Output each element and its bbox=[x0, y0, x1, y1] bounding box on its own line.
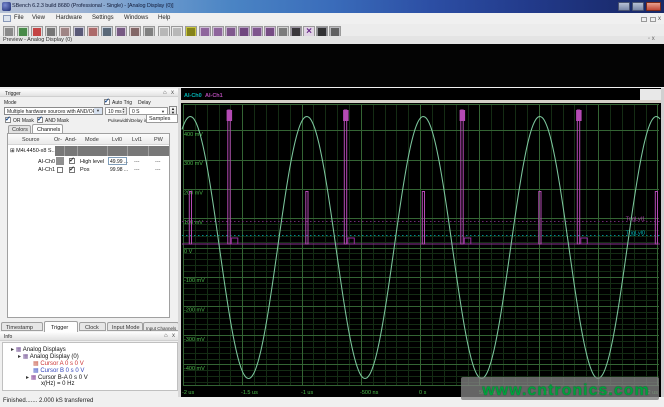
svg-text:-200 mV: -200 mV bbox=[184, 308, 205, 314]
svg-text:-300 mV: -300 mV bbox=[184, 337, 205, 343]
svg-text:TrigLvl1: TrigLvl1 bbox=[626, 217, 645, 223]
svg-text:-400 mV: -400 mV bbox=[184, 366, 205, 372]
svg-text:200 mV: 200 mV bbox=[184, 191, 203, 197]
svg-text:-100 mV: -100 mV bbox=[184, 278, 205, 284]
svg-text:300 mV: 300 mV bbox=[184, 161, 203, 167]
svg-text:0 V: 0 V bbox=[184, 249, 193, 255]
svg-text:AI-Ch0: AI-Ch0 bbox=[184, 93, 202, 99]
svg-text:-500 ns: -500 ns bbox=[360, 390, 379, 396]
svg-text:-1 us: -1 us bbox=[301, 390, 313, 396]
svg-text:100 mV: 100 mV bbox=[184, 220, 203, 226]
svg-text:0 s: 0 s bbox=[419, 390, 427, 396]
svg-text:-1.5 us: -1.5 us bbox=[241, 390, 258, 396]
svg-text:AI-Ch1: AI-Ch1 bbox=[205, 93, 223, 99]
svg-text:-2 us: -2 us bbox=[182, 390, 194, 396]
